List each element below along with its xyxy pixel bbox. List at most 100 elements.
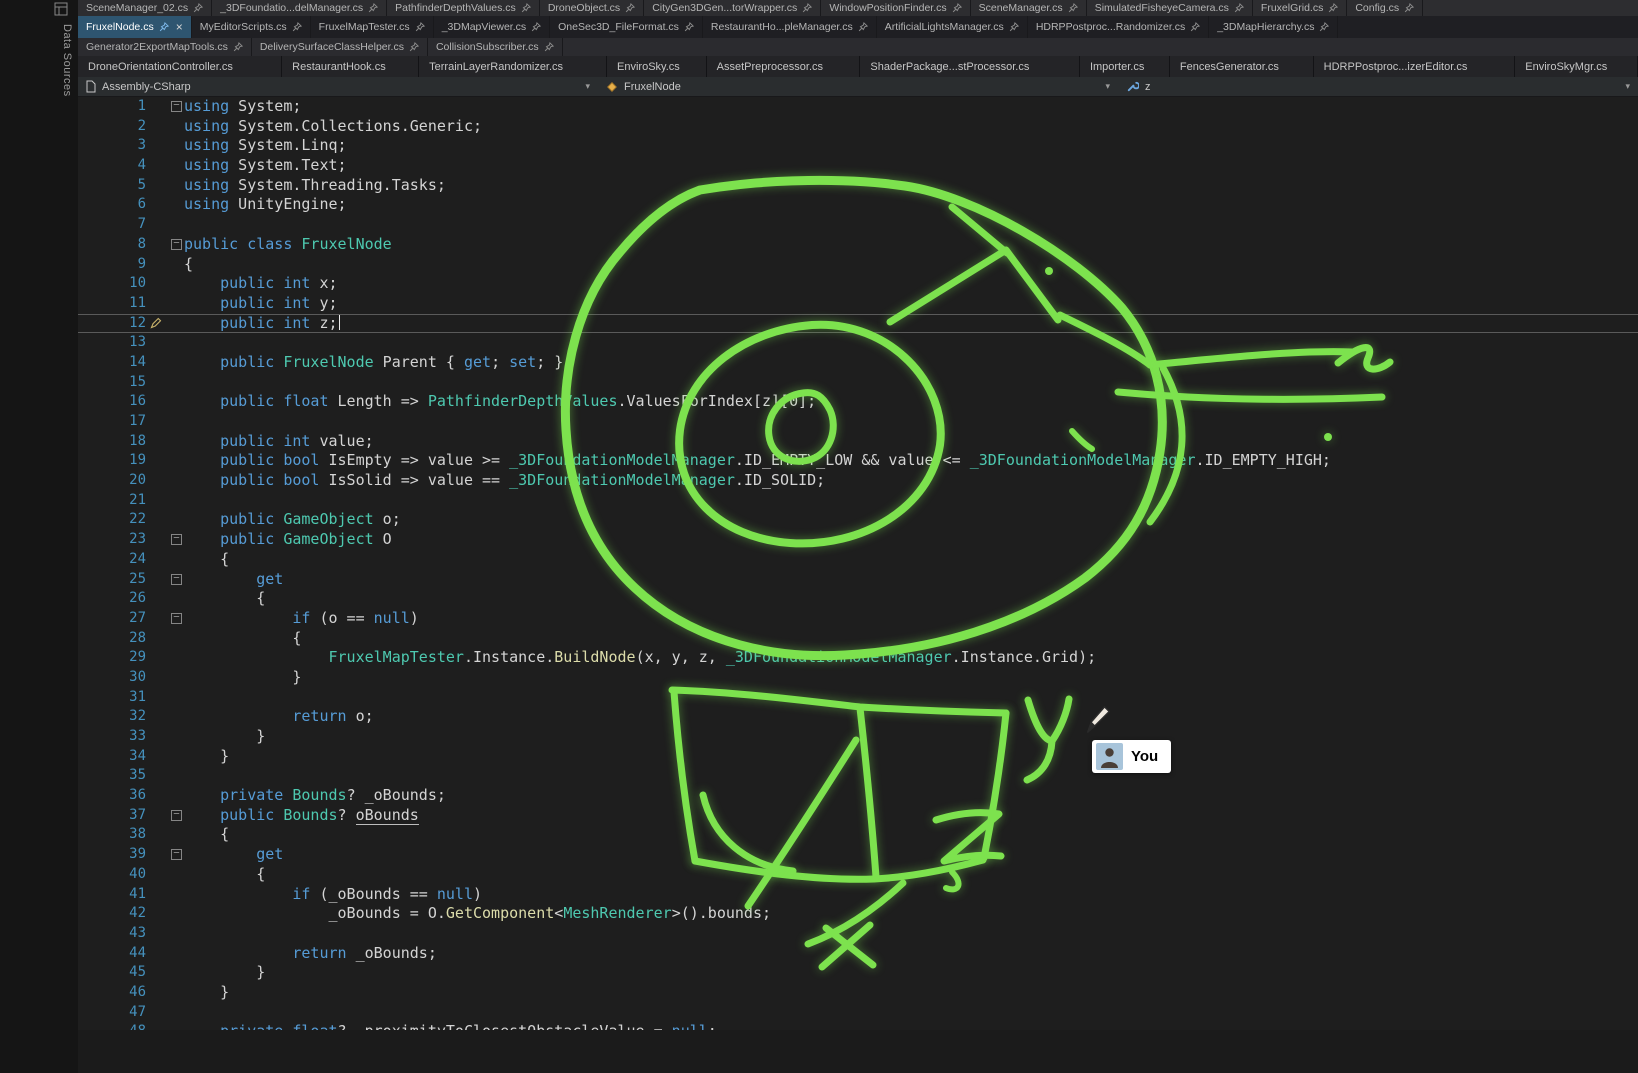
tab-scenemanager.cs[interactable]: SceneManager.cs: [971, 0, 1087, 16]
line-number[interactable]: 20: [78, 471, 150, 491]
code-line-17[interactable]: 17: [78, 412, 1638, 432]
code-text[interactable]: get: [184, 570, 1638, 590]
code-line-46[interactable]: 46 }: [78, 983, 1638, 1003]
code-line-2[interactable]: 2 using System.Collections.Generic;: [78, 117, 1638, 137]
code-line-37[interactable]: 37– public Bounds? oBounds: [78, 806, 1638, 826]
collapse-box[interactable]: –: [171, 849, 182, 860]
code-text[interactable]: {: [184, 589, 1638, 609]
code-line-1[interactable]: 1–using System;: [78, 97, 1638, 117]
code-text[interactable]: [184, 215, 1638, 235]
code-line-33[interactable]: 33 }: [78, 727, 1638, 747]
code-text[interactable]: }: [184, 668, 1638, 688]
code-line-48[interactable]: 48 private float? _proximityToClosestObs…: [78, 1022, 1638, 1030]
tab-_3dfoundatio...delmanager.cs[interactable]: _3DFoundatio...delManager.cs: [212, 0, 387, 16]
line-number[interactable]: 44: [78, 944, 150, 964]
tab-envirosky.cs[interactable]: EnviroSky.cs: [607, 56, 707, 77]
tab-simulatedfisheyecamera.cs[interactable]: SimulatedFisheyeCamera.cs: [1087, 0, 1253, 16]
line-number[interactable]: 9: [78, 255, 150, 275]
code-text[interactable]: [184, 333, 1638, 353]
line-number[interactable]: 23: [78, 530, 150, 550]
code-text[interactable]: using System;: [184, 97, 1638, 117]
line-number[interactable]: 14: [78, 353, 150, 373]
fold-marker[interactable]: –: [150, 235, 184, 255]
code-line-11[interactable]: 11 public int y;: [78, 294, 1638, 314]
tab-fruxelnode.cs[interactable]: FruxelNode.cs×: [78, 16, 192, 38]
code-text[interactable]: [184, 766, 1638, 786]
line-number[interactable]: 36: [78, 786, 150, 806]
code-text[interactable]: public int z;: [184, 315, 1638, 333]
line-number[interactable]: 7: [78, 215, 150, 235]
code-text[interactable]: public bool IsSolid => value == _3DFound…: [184, 471, 1638, 491]
line-number[interactable]: 40: [78, 865, 150, 885]
code-line-22[interactable]: 22 public GameObject o;: [78, 510, 1638, 530]
code-line-43[interactable]: 43: [78, 924, 1638, 944]
line-number[interactable]: 16: [78, 392, 150, 412]
code-line-45[interactable]: 45 }: [78, 963, 1638, 983]
line-number[interactable]: 8: [78, 235, 150, 255]
code-text[interactable]: [184, 1003, 1638, 1023]
code-text[interactable]: public Bounds? oBounds: [184, 806, 1638, 826]
code-line-40[interactable]: 40 {: [78, 865, 1638, 885]
tab-artificiallightsmanager.cs[interactable]: ArtificialLightsManager.cs: [877, 16, 1028, 38]
line-number[interactable]: 11: [78, 294, 150, 314]
code-text[interactable]: using UnityEngine;: [184, 195, 1638, 215]
collapse-box[interactable]: –: [171, 810, 182, 821]
code-text[interactable]: }: [184, 983, 1638, 1003]
code-line-7[interactable]: 7: [78, 215, 1638, 235]
tab-importer.cs[interactable]: Importer.cs: [1080, 56, 1170, 77]
code-text[interactable]: public GameObject O: [184, 530, 1638, 550]
line-number[interactable]: 26: [78, 589, 150, 609]
line-number[interactable]: 21: [78, 491, 150, 511]
code-text[interactable]: if (o == null): [184, 609, 1638, 629]
tab-droneorientationcontroller.cs[interactable]: DroneOrientationController.cs: [78, 56, 282, 77]
code-text[interactable]: public int x;: [184, 274, 1638, 294]
code-line-34[interactable]: 34 }: [78, 747, 1638, 767]
line-number[interactable]: 38: [78, 825, 150, 845]
tab-assetpreprocessor.cs[interactable]: AssetPreprocessor.cs: [707, 56, 861, 77]
code-line-36[interactable]: 36 private Bounds? _oBounds;: [78, 786, 1638, 806]
line-number[interactable]: 39: [78, 845, 150, 865]
code-editor[interactable]: 1–using System;2 using System.Collections…: [78, 97, 1638, 1073]
tab-fruxelgrid.cs[interactable]: FruxelGrid.cs: [1253, 0, 1347, 16]
code-text[interactable]: [184, 412, 1638, 432]
tab-enviroskymgr.cs[interactable]: EnviroSkyMgr.cs: [1515, 56, 1638, 77]
line-number[interactable]: 2: [78, 117, 150, 137]
collapse-box[interactable]: –: [171, 613, 182, 624]
code-text[interactable]: get: [184, 845, 1638, 865]
code-text[interactable]: public int y;: [184, 294, 1638, 314]
code-text[interactable]: public FruxelNode Parent { get; set; }: [184, 353, 1638, 373]
line-number[interactable]: 30: [78, 668, 150, 688]
code-text[interactable]: public float Length => PathfinderDepthVa…: [184, 392, 1638, 412]
fold-marker[interactable]: –: [150, 97, 184, 117]
line-number[interactable]: 15: [78, 373, 150, 393]
close-icon[interactable]: ×: [176, 21, 183, 33]
collapse-box[interactable]: –: [171, 101, 182, 112]
code-text[interactable]: }: [184, 963, 1638, 983]
collapse-box[interactable]: –: [171, 574, 182, 585]
code-text[interactable]: {: [184, 825, 1638, 845]
code-line-38[interactable]: 38 {: [78, 825, 1638, 845]
line-number[interactable]: 33: [78, 727, 150, 747]
code-line-28[interactable]: 28 {: [78, 629, 1638, 649]
code-text[interactable]: [184, 491, 1638, 511]
code-text[interactable]: using System.Text;: [184, 156, 1638, 176]
line-number[interactable]: 6: [78, 195, 150, 215]
code-text[interactable]: public GameObject o;: [184, 510, 1638, 530]
fold-marker[interactable]: –: [150, 845, 184, 865]
fold-marker[interactable]: –: [150, 806, 184, 826]
code-line-19[interactable]: 19 public bool IsEmpty => value >= _3DFo…: [78, 451, 1638, 471]
code-line-12[interactable]: 12 public int z;: [78, 314, 1638, 334]
line-number[interactable]: 28: [78, 629, 150, 649]
tab-pathfinderdepthvalues.cs[interactable]: PathfinderDepthValues.cs: [387, 0, 540, 16]
code-text[interactable]: using System.Collections.Generic;: [184, 117, 1638, 137]
code-text[interactable]: private Bounds? _oBounds;: [184, 786, 1638, 806]
code-text[interactable]: return o;: [184, 707, 1638, 727]
code-line-26[interactable]: 26 {: [78, 589, 1638, 609]
fold-marker[interactable]: –: [150, 570, 184, 590]
tab-onesec3d_fileformat.cs[interactable]: OneSec3D_FileFormat.cs: [550, 16, 703, 38]
code-text[interactable]: public class FruxelNode: [184, 235, 1638, 255]
line-number[interactable]: 48: [78, 1022, 150, 1030]
line-number[interactable]: 19: [78, 451, 150, 471]
line-number[interactable]: 10: [78, 274, 150, 294]
code-text[interactable]: {: [184, 255, 1638, 275]
